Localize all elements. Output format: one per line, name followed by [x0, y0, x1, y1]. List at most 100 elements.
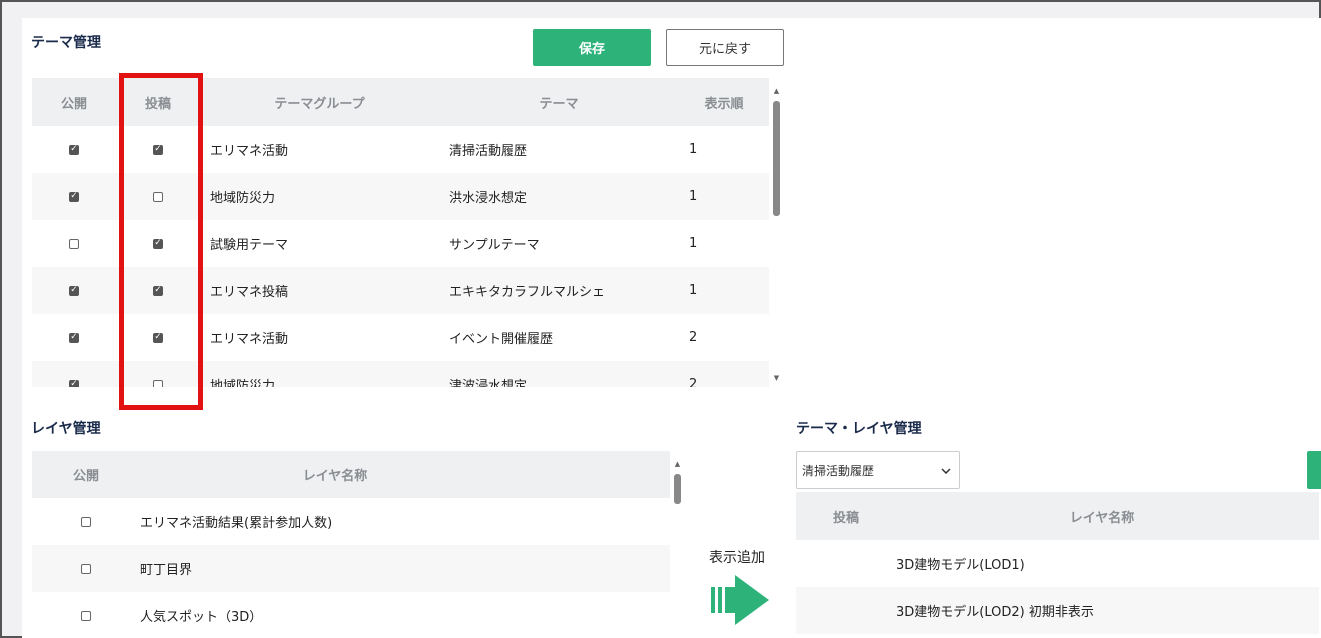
group-cell: エリマネ活動 — [200, 126, 439, 173]
theme-group-text: エリマネ投稿 — [210, 285, 289, 300]
display-order-text: 2 — [689, 377, 698, 387]
layer-name-cell: 3D建物モデル(LOD2) 初期非表示 — [896, 587, 1308, 634]
public-checkbox[interactable] — [81, 610, 91, 621]
col-theme-header: テーマ — [539, 96, 579, 112]
layer-table-body: エリマネ活動結果(累計参加人数) 町丁目界人気スポット（3D） — [32, 498, 670, 638]
theme-group-text: 地域防災力 — [210, 379, 276, 387]
add-display-arrow-icon[interactable] — [709, 574, 771, 630]
display-order-text: 2 — [689, 330, 698, 345]
public-cell: ✓ — [32, 314, 116, 361]
theme-name-text: 洪水浸水想定 — [449, 191, 528, 206]
group-cell: エリマネ活動 — [200, 314, 439, 361]
add-layer-button[interactable] — [1307, 451, 1321, 489]
theme-layer-table-header: 投稿 レイヤ名称 — [796, 492, 1319, 540]
group-cell: 試験用テーマ — [200, 220, 439, 267]
theme-table-scrollbar[interactable]: ▲ ▼ — [770, 86, 783, 383]
group-cell: エリマネ投稿 — [200, 267, 439, 314]
group-cell: 地域防災力 — [200, 361, 439, 387]
public-checkbox[interactable]: ✓ — [69, 144, 79, 155]
order-cell: 1 — [679, 173, 769, 220]
public-cell — [32, 498, 140, 545]
theme-group-text: 地域防災力 — [210, 191, 276, 206]
order-cell: 2 — [679, 314, 769, 361]
theme-group-text: エリマネ活動 — [210, 332, 289, 347]
layer-name-text: 3D建物モデル(LOD1) — [896, 558, 1025, 573]
theme-name-text: エキキタカラフルマルシェ — [449, 285, 606, 300]
display-order-text: 1 — [689, 283, 698, 298]
table-row: 町丁目界 — [32, 545, 670, 592]
layer-name-cell: 3D建物モデル(LOD1) — [896, 540, 1308, 587]
public-checkbox[interactable]: ✓ — [69, 285, 79, 296]
theme-name-text: サンプルテーマ — [449, 238, 540, 253]
order-cell: 1 — [679, 267, 769, 314]
theme-name-text: 清掃活動履歴 — [449, 144, 528, 159]
order-cell: 1 — [679, 126, 769, 173]
scroll-up-icon[interactable]: ▲ — [770, 86, 783, 96]
layer-table-header: 公開 レイヤ名称 — [32, 451, 670, 498]
theme-layer-table-body: 3D建物モデル(LOD1) 3D建物モデル(LOD2) 初期非表示 — [796, 540, 1319, 634]
public-checkbox[interactable]: ✓ — [69, 191, 79, 202]
theme-name-text: 津波浸水想定 — [449, 379, 528, 387]
theme-cell: エキキタカラフルマルシェ — [439, 267, 679, 314]
theme-cell: サンプルテーマ — [439, 220, 679, 267]
theme-name-text: イベント開催履歴 — [449, 332, 554, 347]
public-cell: ✓ — [32, 361, 116, 387]
public-cell — [32, 592, 140, 638]
revert-button[interactable]: 元に戻す — [666, 29, 784, 66]
order-cell: 2 — [679, 361, 769, 387]
layer-name-text: 3D建物モデル(LOD2) 初期非表示 — [896, 605, 1094, 620]
theme-cell: イベント開催履歴 — [439, 314, 679, 361]
theme-management-title: テーマ管理 — [31, 35, 101, 51]
scroll-thumb[interactable] — [773, 101, 780, 216]
layer-table-scrollbar[interactable]: ▲ — [671, 459, 684, 638]
theme-select[interactable]: 清掃活動履歴 — [796, 451, 960, 489]
scroll-down-icon[interactable]: ▼ — [770, 373, 783, 383]
order-cell: 1 — [679, 220, 769, 267]
public-checkbox[interactable]: ✓ — [69, 332, 79, 343]
scroll-up-icon[interactable]: ▲ — [671, 459, 684, 469]
table-row: 3D建物モデル(LOD1) — [796, 540, 1319, 587]
post-column-highlight — [119, 73, 203, 410]
public-checkbox[interactable] — [81, 563, 91, 574]
add-display-label: 表示追加 — [709, 550, 765, 566]
col-public-header: 公開 — [72, 469, 99, 484]
scroll-thumb[interactable] — [674, 474, 681, 504]
post-cell — [796, 540, 896, 587]
group-cell: 地域防災力 — [200, 173, 439, 220]
layer-name-text: エリマネ活動結果(累計参加人数) — [140, 516, 333, 531]
table-row: 3D建物モデル(LOD2) 初期非表示 — [796, 587, 1319, 634]
layer-management-title: レイヤ管理 — [31, 421, 101, 437]
display-order-text: 1 — [689, 236, 698, 251]
layer-name-cell: 町丁目界 — [140, 545, 530, 592]
display-order-text: 1 — [689, 142, 698, 157]
layer-name-text: 人気スポット（3D） — [140, 610, 263, 625]
col-public-header: 公開 — [60, 96, 87, 112]
public-checkbox[interactable]: ✓ — [69, 379, 79, 387]
theme-select-value: 清掃活動履歴 — [802, 463, 875, 478]
public-checkbox[interactable] — [69, 238, 79, 249]
public-cell: ✓ — [32, 267, 116, 314]
layer-name-cell: エリマネ活動結果(累計参加人数) — [140, 498, 530, 545]
col-order-header: 表示順 — [704, 96, 744, 112]
col-layer-name-header: レイヤ名称 — [302, 469, 368, 484]
col-post-header: 投稿 — [832, 510, 859, 526]
public-cell: ✓ — [32, 126, 116, 173]
layer-table: 公開 レイヤ名称 エリマネ活動結果(累計参加人数) 町丁目界人気スポット（3D） — [32, 451, 670, 638]
chevron-down-icon — [941, 463, 951, 477]
theme-group-text: エリマネ活動 — [210, 144, 289, 159]
theme-cell: 清掃活動履歴 — [439, 126, 679, 173]
table-row: エリマネ活動結果(累計参加人数) — [32, 498, 670, 545]
theme-group-text: 試験用テーマ — [210, 238, 289, 253]
display-order-text: 1 — [689, 189, 698, 204]
table-row: 人気スポット（3D） — [32, 592, 670, 638]
theme-cell: 津波浸水想定 — [439, 361, 679, 387]
layer-name-cell: 人気スポット（3D） — [140, 592, 530, 638]
public-cell: ✓ — [32, 173, 116, 220]
save-button[interactable]: 保存 — [533, 29, 651, 66]
col-group-header: テーマグループ — [274, 96, 365, 112]
public-cell — [32, 220, 116, 267]
post-cell — [796, 587, 896, 634]
public-checkbox[interactable] — [81, 516, 91, 527]
public-cell — [32, 545, 140, 592]
col-layer-name-header: レイヤ名称 — [1069, 510, 1135, 526]
